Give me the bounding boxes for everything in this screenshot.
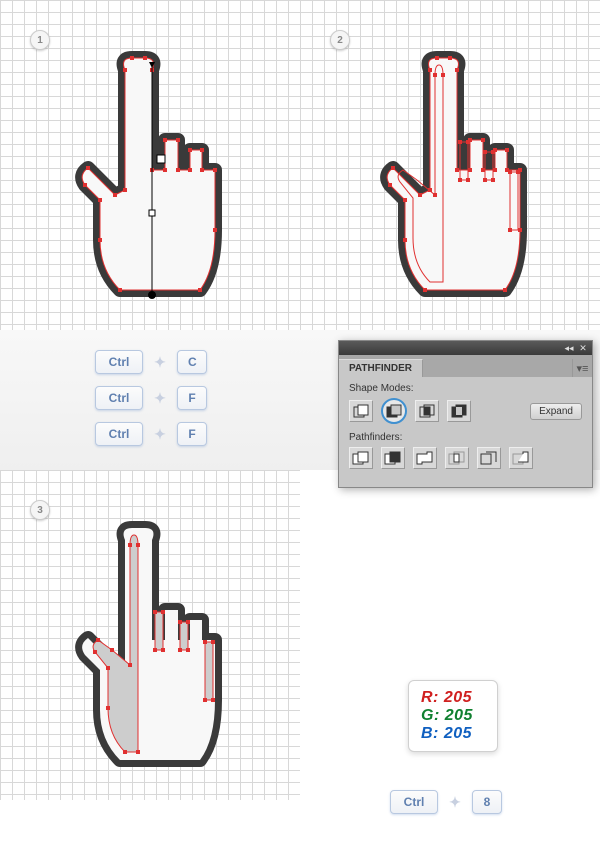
rgb-color-box: R: 205 G: 205 B: 205 — [408, 680, 498, 752]
minus-front-button[interactable] — [381, 398, 407, 424]
rgb-green-value: G: 205 — [421, 707, 485, 725]
trim-button[interactable] — [381, 447, 405, 469]
key-8[interactable]: 8 — [472, 790, 502, 814]
collapse-icon[interactable]: ◂◂ — [564, 343, 574, 353]
minus-back-button[interactable] — [509, 447, 533, 469]
shortcut-row: Ctrl ✦ F — [95, 422, 207, 446]
step-badge-3: 3 — [30, 500, 50, 520]
shape-modes-row: Expand — [349, 398, 582, 424]
close-icon[interactable]: ✕ — [578, 343, 588, 353]
crop-button[interactable] — [445, 447, 469, 469]
exclude-button[interactable] — [447, 400, 471, 422]
hand-cursor-step2 — [365, 50, 545, 310]
key-f[interactable]: F — [177, 422, 207, 446]
shortcut-row: Ctrl ✦ 8 — [390, 790, 502, 814]
divide-button[interactable] — [349, 447, 373, 469]
key-f[interactable]: F — [177, 386, 207, 410]
plus-icon: ✦ — [151, 389, 169, 407]
hand-cursor-step1 — [60, 50, 240, 310]
panel-tabs: PATHFINDER ▾≡ — [339, 355, 592, 377]
outline-button[interactable] — [477, 447, 501, 469]
plus-icon: ✦ — [151, 353, 169, 371]
unite-button[interactable] — [349, 400, 373, 422]
shortcut-list: Ctrl ✦ C Ctrl ✦ F Ctrl ✦ F — [95, 350, 207, 446]
shortcut-row: Ctrl ✦ C — [95, 350, 207, 374]
step-badge-1: 1 — [30, 30, 50, 50]
rgb-red-value: R: 205 — [421, 689, 485, 707]
key-ctrl[interactable]: Ctrl — [95, 386, 143, 410]
expand-button[interactable]: Expand — [530, 403, 582, 420]
key-ctrl[interactable]: Ctrl — [95, 350, 143, 374]
panel-body: Shape Modes: Expand Pathfinders: — [339, 377, 592, 487]
key-ctrl[interactable]: Ctrl — [390, 790, 438, 814]
plus-icon: ✦ — [151, 425, 169, 443]
panel-titlebar[interactable]: ◂◂ ✕ — [339, 341, 592, 355]
step-badge-2: 2 — [330, 30, 350, 50]
shortcut-row: Ctrl ✦ F — [95, 386, 207, 410]
tab-pathfinder[interactable]: PATHFINDER — [339, 359, 423, 377]
panel-menu-icon[interactable]: ▾≡ — [572, 359, 592, 377]
key-ctrl[interactable]: Ctrl — [95, 422, 143, 446]
rgb-blue-value: B: 205 — [421, 725, 485, 743]
shape-modes-label: Shape Modes: — [349, 383, 582, 394]
key-c[interactable]: C — [177, 350, 207, 374]
hand-cursor-step3 — [60, 520, 240, 780]
plus-icon: ✦ — [446, 793, 464, 811]
pathfinder-panel: ◂◂ ✕ PATHFINDER ▾≡ Shape Modes: Expand P… — [338, 340, 593, 488]
pathfinders-label: Pathfinders: — [349, 432, 582, 443]
merge-button[interactable] — [413, 447, 437, 469]
intersect-button[interactable] — [415, 400, 439, 422]
shortcut-bottom: Ctrl ✦ 8 — [390, 790, 502, 814]
pathfinders-row — [349, 447, 582, 469]
